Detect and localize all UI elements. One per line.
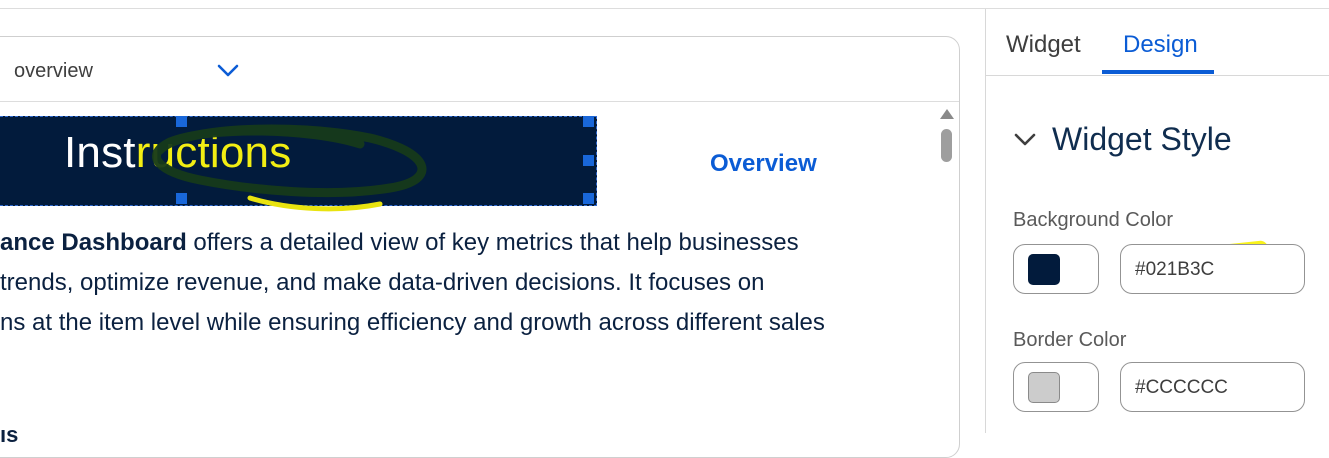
resize-handle[interactable] <box>583 155 594 166</box>
body-text-line2: trends, optimize revenue, and make data-… <box>0 269 765 296</box>
scroll-up-arrow-icon[interactable] <box>939 108 955 120</box>
resize-handle[interactable] <box>583 116 594 127</box>
resize-handle[interactable] <box>176 193 187 204</box>
scrollbar-thumb[interactable] <box>941 129 952 162</box>
chevron-down-icon[interactable] <box>217 64 239 78</box>
body-text-line3: ns at the item level while ensuring effi… <box>0 309 825 336</box>
properties-panel: Widget Design Widget Style Background Co… <box>985 9 1329 433</box>
background-color-swatch <box>1028 254 1060 285</box>
section-title: Widget Style <box>1052 121 1232 157</box>
dashboard-name: ance Dashboard <box>0 229 187 256</box>
body-text-line1: offers a detailed view of key metrics th… <box>186 229 799 256</box>
cut-off-heading: ıs <box>0 422 19 447</box>
active-tab-indicator <box>1102 70 1214 74</box>
tab-design[interactable]: Design <box>1123 31 1198 59</box>
page-select-dropdown[interactable]: overview <box>0 37 959 102</box>
border-color-swatch <box>1028 372 1060 403</box>
page-select-value: overview <box>14 60 93 82</box>
banner-title-plain: Inst <box>64 128 136 177</box>
border-color-label: Border Color <box>1013 329 1127 351</box>
border-color-hex-value: #CCCCCC <box>1135 377 1228 398</box>
chevron-down-icon <box>1014 133 1036 146</box>
overview-link[interactable]: Overview <box>710 150 817 178</box>
background-color-hex-input[interactable]: #021B3C <box>1120 244 1305 294</box>
panel-tabs: Widget Design <box>986 9 1329 76</box>
background-color-hex-value: #021B3C <box>1135 259 1215 280</box>
resize-handle[interactable] <box>176 116 187 127</box>
tab-widget[interactable]: Widget <box>1006 31 1081 59</box>
resize-handle[interactable] <box>583 193 594 204</box>
border-color-hex-input[interactable]: #CCCCCC <box>1120 362 1305 412</box>
body-text-line: ance Dashboard offers a detailed view of… <box>0 229 799 257</box>
border-color-picker[interactable] <box>1013 362 1099 412</box>
background-color-picker[interactable] <box>1013 244 1099 294</box>
background-color-label: Background Color <box>1013 209 1174 231</box>
